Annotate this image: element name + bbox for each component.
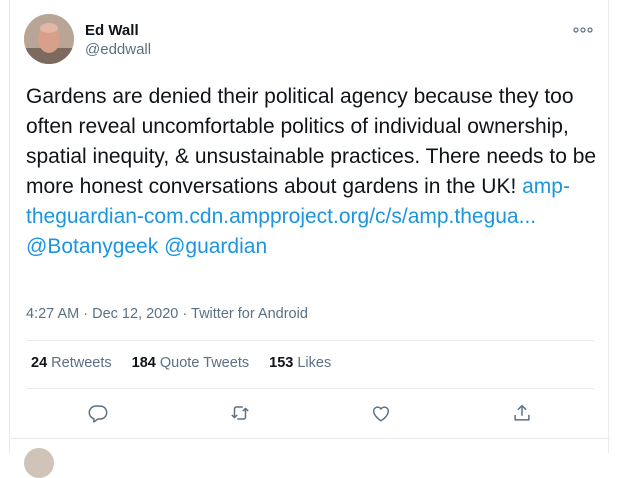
tweet-time[interactable]: 4:27 AM xyxy=(26,306,79,322)
likes-label: Likes xyxy=(297,355,332,371)
tweet-stats: 24 Retweets 184 Quote Tweets 153 Likes xyxy=(31,355,347,371)
reply-icon[interactable] xyxy=(87,402,111,426)
meta-separator: · xyxy=(83,306,89,322)
likes-stat[interactable]: 153 Likes xyxy=(269,355,331,371)
quote-tweets-stat[interactable]: 184 Quote Tweets xyxy=(132,355,249,371)
tweet-text: Gardens are denied their political agenc… xyxy=(26,82,606,262)
tweet-meta: 4:27 AM · Dec 12, 2020 · Twitter for And… xyxy=(26,306,308,322)
author-avatar[interactable] xyxy=(24,14,74,64)
author-name[interactable]: Ed Wall xyxy=(85,22,139,39)
more-horizontal-icon[interactable] xyxy=(572,22,594,38)
retweets-label: Retweets xyxy=(51,355,112,371)
retweet-icon[interactable] xyxy=(229,402,253,426)
retweets-count: 24 xyxy=(31,355,48,371)
author-handle[interactable]: @eddwall xyxy=(85,41,151,58)
tweet-card: Ed Wall @eddwall Gardens are denied thei… xyxy=(9,0,610,478)
divider xyxy=(10,438,610,439)
tweet-date[interactable]: Dec 12, 2020 xyxy=(92,306,178,322)
tweet-body: Gardens are denied their political agenc… xyxy=(26,85,597,198)
mention-guardian[interactable]: @guardian xyxy=(164,235,267,258)
divider xyxy=(26,340,594,341)
tweet-source[interactable]: Twitter for Android xyxy=(191,306,308,322)
share-icon[interactable] xyxy=(511,402,535,426)
heart-icon[interactable] xyxy=(370,402,394,426)
quote-tweets-count: 184 xyxy=(131,355,156,371)
likes-count: 153 xyxy=(269,355,294,371)
retweets-stat[interactable]: 24 Retweets xyxy=(31,355,112,371)
divider xyxy=(26,388,594,389)
quote-tweets-label: Quote Tweets xyxy=(159,355,250,371)
mention-botanygeek[interactable]: @Botanygeek xyxy=(26,235,158,258)
meta-separator: · xyxy=(182,306,188,322)
